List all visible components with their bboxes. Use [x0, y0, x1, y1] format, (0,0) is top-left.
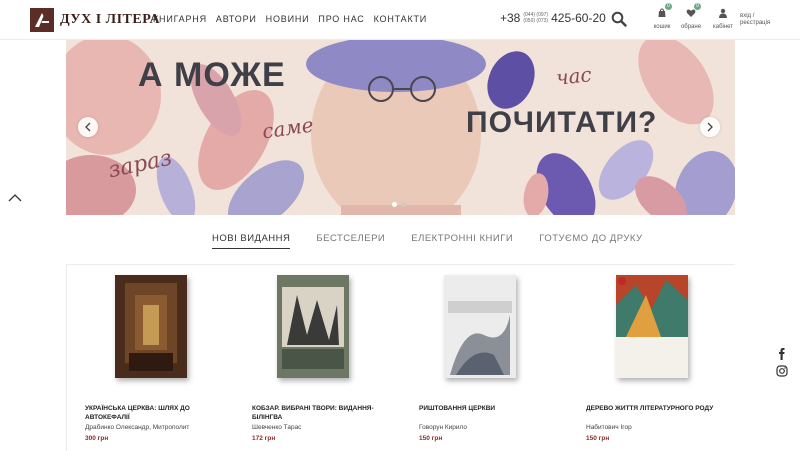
cart-count-badge: 0	[665, 3, 672, 10]
nav-item-bookstore[interactable]: КНИГАРНЯ	[153, 14, 207, 24]
scroll-up-icon[interactable]	[8, 190, 22, 202]
register-label: реєстрація	[740, 20, 771, 26]
product-list: УКРАЇНСЬКА ЦЕРКВА: ШЛЯХ ДО АВТОКЕФАЛІЇ Д…	[66, 264, 735, 451]
book-cover-image[interactable]	[444, 275, 516, 378]
phone-code: +38	[500, 11, 521, 25]
book-price: 150 грн	[419, 435, 443, 442]
tab-coming-soon[interactable]: ГОТУЄМО ДО ДРУКУ	[539, 233, 642, 249]
banner-dot-2[interactable]	[401, 202, 406, 207]
chevron-right-icon	[707, 122, 713, 132]
banner-dot-1[interactable]	[392, 202, 397, 207]
chevron-left-icon	[85, 122, 91, 132]
nav-item-contacts[interactable]: КОНТАКТИ	[374, 14, 427, 24]
login-link[interactable]: вхід / реєстрація	[740, 13, 770, 27]
product-card[interactable]: РИШТОВАННЯ ЦЕРКВИ Говорун Кирило 150 грн	[401, 265, 561, 451]
product-card[interactable]: КОБЗАР. ВИБРАНІ ТВОРИ: ВИДАННЯ-БІЛІНГВА …	[234, 265, 394, 451]
cart-icon	[658, 8, 666, 17]
banner-pagination	[392, 202, 410, 207]
book-author[interactable]: Набитович Ігор	[586, 424, 632, 431]
facebook-icon[interactable]	[776, 347, 788, 360]
book-category-tabs: НОВІ ВИДАННЯ БЕСТСЕЛЕРИ ЕЛЕКТРОННІ КНИГИ…	[212, 233, 669, 249]
tab-ebooks[interactable]: ЕЛЕКТРОННІ КНИГИ	[411, 233, 513, 249]
favorites-count-badge: 0	[694, 3, 701, 10]
tab-bestsellers[interactable]: БЕСТСЕЛЕРИ	[316, 233, 385, 249]
book-title[interactable]: УКРАЇНСЬКА ЦЕРКВА: ШЛЯХ ДО АВТОКЕФАЛІЇ	[85, 404, 235, 422]
cart-label: кошик	[653, 24, 671, 30]
login-label: вхід /	[740, 13, 755, 19]
book-cover-image[interactable]	[115, 275, 187, 378]
phone-number[interactable]: +38 (044) (097) (050) (073) 425-60-20	[500, 11, 606, 25]
site-header: ДУХ І ЛІТЕРА КНИГАРНЯ АВТОРИ НОВИНИ ПРО …	[0, 0, 800, 40]
book-title[interactable]: ДЕРЕВО ЖИТТЯ ЛІТЕРАТУРНОГО РОДУ	[586, 404, 736, 413]
book-title[interactable]: РИШТОВАННЯ ЦЕРКВИ	[419, 404, 569, 413]
tab-new-releases[interactable]: НОВІ ВИДАННЯ	[212, 233, 291, 249]
favorites-button[interactable]: 0 обране	[676, 3, 706, 30]
user-icon	[719, 8, 727, 18]
book-title[interactable]: КОБЗАР. ВИБРАНІ ТВОРИ: ВИДАННЯ-БІЛІНГВА	[252, 404, 402, 422]
book-price: 300 грн	[85, 435, 109, 442]
search-icon[interactable]	[611, 11, 629, 29]
phone-codes-line-2: (050) (073)	[523, 18, 549, 24]
main-nav: КНИГАРНЯ АВТОРИ НОВИНИ ПРО НАС КОНТАКТИ	[153, 14, 436, 24]
account-button[interactable]: кабінет	[708, 5, 738, 30]
banner-next-button[interactable]	[700, 117, 720, 137]
book-cover-image[interactable]	[616, 275, 688, 378]
book-author[interactable]: Говорун Кирило	[419, 424, 467, 431]
book-cover-image[interactable]	[277, 275, 349, 378]
product-card[interactable]: УКРАЇНСЬКА ЦЕРКВА: ШЛЯХ ДО АВТОКЕФАЛІЇ Д…	[67, 265, 227, 451]
book-price: 172 грн	[252, 435, 276, 442]
cart-button[interactable]: 0 кошик	[647, 3, 677, 30]
book-price: 150 грн	[586, 435, 610, 442]
banner-headline-2: ПОЧИТАТИ?	[466, 106, 658, 139]
instagram-icon[interactable]	[776, 364, 788, 377]
phone-operator-codes: (044) (097) (050) (073)	[523, 12, 548, 24]
product-card[interactable]: ДЕРЕВО ЖИТТЯ ЛІТЕРАТУРНОГО РОДУ Набитови…	[568, 265, 728, 451]
banner-script-3: час	[554, 62, 593, 90]
nav-item-news[interactable]: НОВИНИ	[266, 14, 310, 24]
nav-item-authors[interactable]: АВТОРИ	[216, 14, 257, 24]
phone-main-number: 425-60-20	[551, 11, 606, 25]
hero-banner[interactable]: А МОЖЕ ПОЧИТАТИ? зараз саме час	[66, 40, 735, 215]
book-author[interactable]: Драбинко Олександр, Митрополит	[85, 424, 189, 431]
heart-icon	[686, 9, 696, 17]
logo-mark-icon	[30, 8, 54, 32]
logo[interactable]: ДУХ І ЛІТЕРА	[30, 8, 160, 32]
nav-item-about[interactable]: ПРО НАС	[318, 14, 364, 24]
logo-text: ДУХ І ЛІТЕРА	[60, 12, 161, 27]
banner-prev-button[interactable]	[78, 117, 98, 137]
favorites-label: обране	[680, 24, 702, 30]
banner-headline-1: А МОЖЕ	[138, 56, 286, 94]
account-label: кабінет	[712, 24, 734, 30]
book-author[interactable]: Шевченко Тарас	[252, 424, 301, 431]
